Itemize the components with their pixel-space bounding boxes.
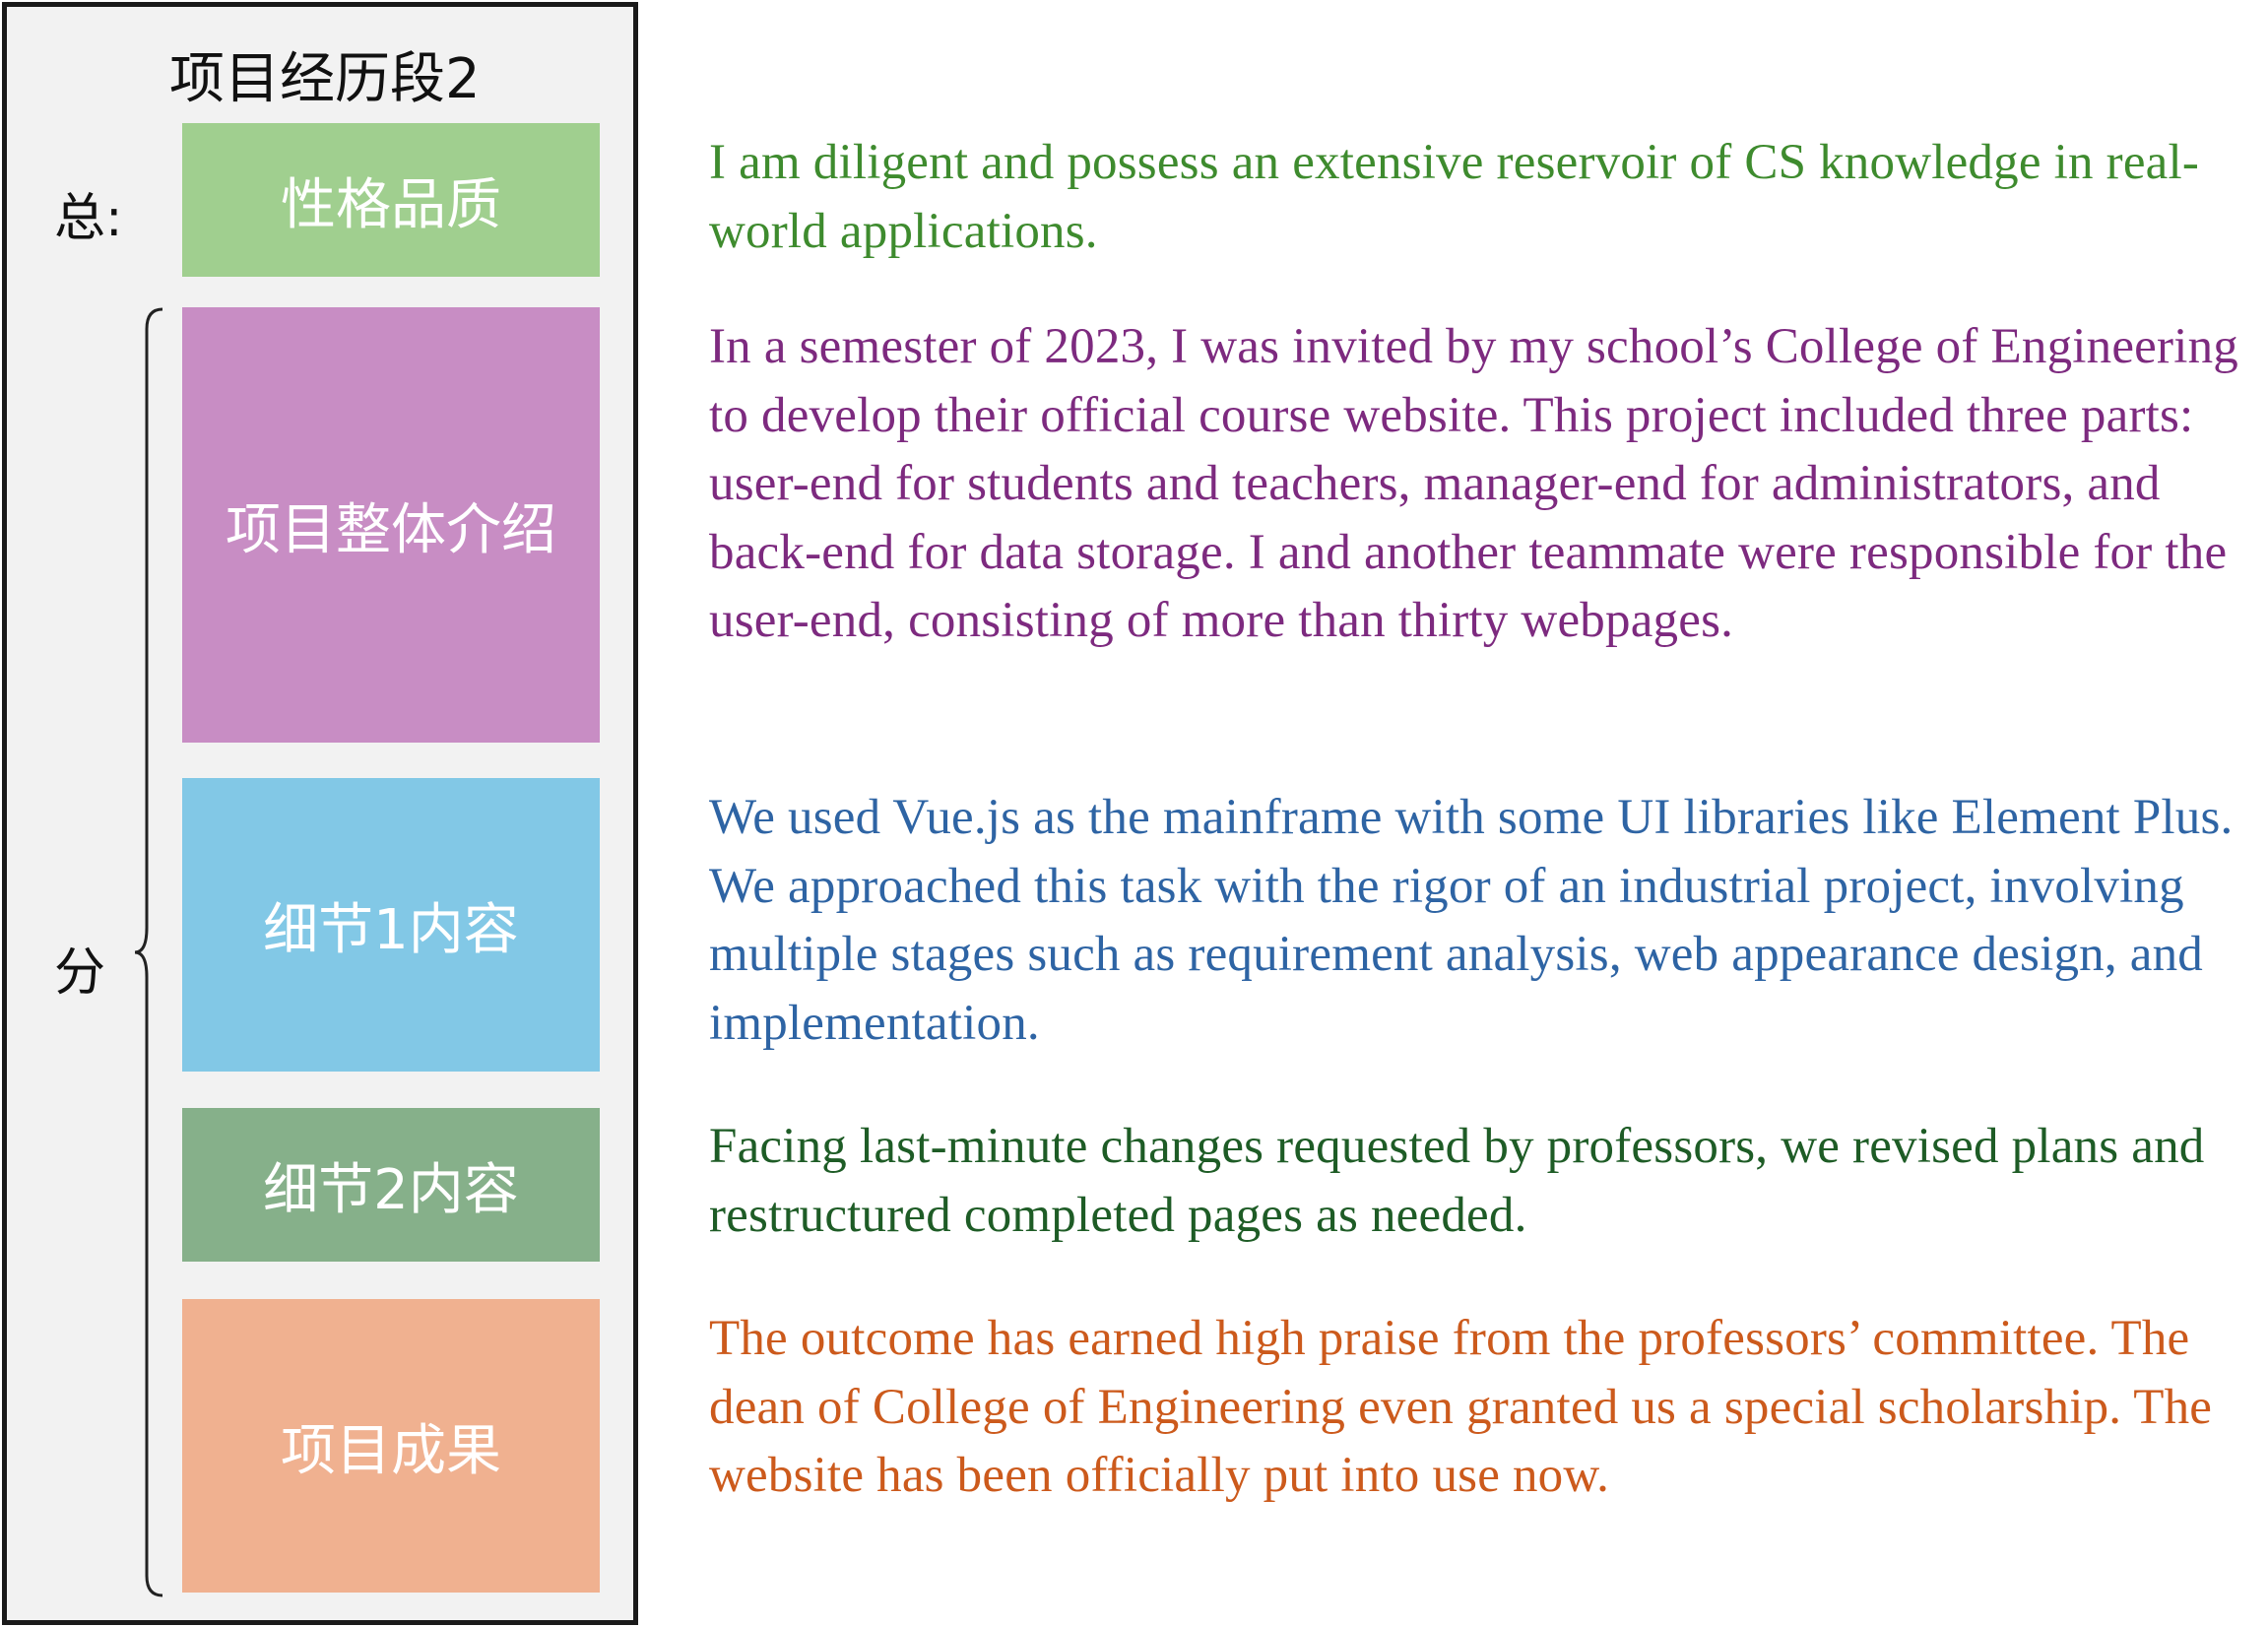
block-label: 细节1内容 bbox=[263, 897, 519, 962]
paragraph-overview: In a semester of 2023, I was invited by … bbox=[709, 319, 2238, 648]
block-character-quality: 性格品质 bbox=[182, 123, 600, 277]
block-label: 性格品质 bbox=[281, 172, 501, 237]
block-project-outcome: 项目成果 bbox=[182, 1299, 600, 1593]
panel-title: 项目经历段2 bbox=[169, 47, 481, 111]
paragraph-detail-2: Facing last-minute changes requested by … bbox=[709, 1119, 2205, 1243]
block-detail-1: 细节1内容 bbox=[182, 778, 600, 1072]
total-label: 总: bbox=[54, 189, 123, 248]
paragraph-outcome: The outcome has earned high praise from … bbox=[709, 1311, 2213, 1503]
block-project-overview: 项目整体介绍 bbox=[182, 307, 600, 743]
curly-brace-icon bbox=[134, 307, 163, 1597]
block-label: 项目整体介绍 bbox=[226, 497, 556, 562]
block-detail-2: 细节2内容 bbox=[182, 1108, 600, 1262]
paragraph-detail-1: We used Vue.js as the mainframe with som… bbox=[709, 790, 2234, 1051]
parts-label: 分 bbox=[54, 944, 106, 1003]
outline-panel: 项目经历段2 总: 分 性格品质 项目整体介绍 细节1内容 细节2内容 项目成果 bbox=[2, 2, 638, 1625]
block-label: 细节2内容 bbox=[263, 1157, 519, 1222]
block-label: 项目成果 bbox=[281, 1418, 501, 1483]
paragraph-character: I am diligent and possess an extensive r… bbox=[709, 135, 2200, 259]
